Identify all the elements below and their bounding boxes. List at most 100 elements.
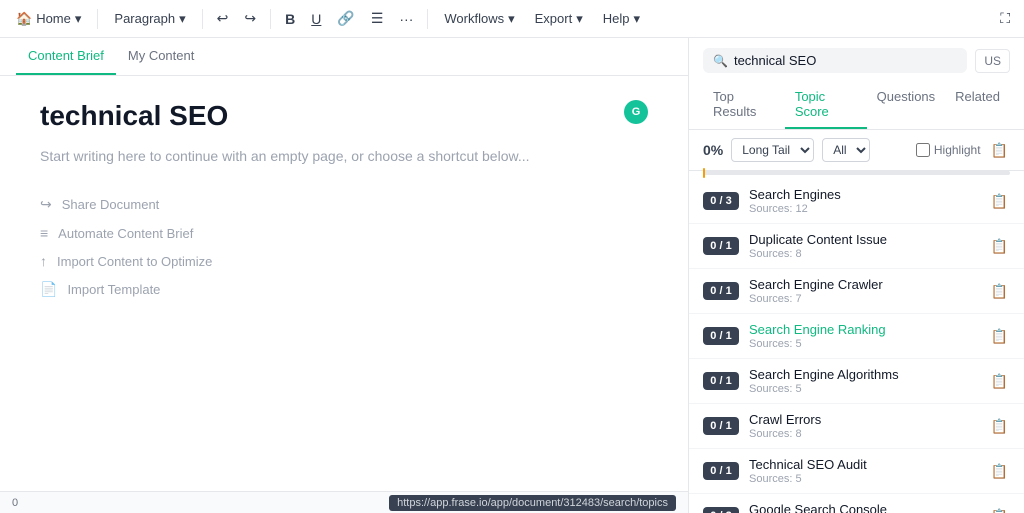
highlight-wrap: Highlight bbox=[916, 143, 981, 157]
list-button[interactable]: ☰ bbox=[365, 6, 390, 31]
shortcut-share[interactable]: ↪ Share Document bbox=[40, 196, 648, 213]
topic-info: Search Engine Algorithms Sources: 5 bbox=[749, 367, 979, 395]
underline-button[interactable]: U bbox=[305, 7, 327, 31]
share-icon: ↪ bbox=[40, 196, 52, 213]
paragraph-label: Paragraph bbox=[114, 11, 175, 26]
more-button[interactable]: ··· bbox=[393, 7, 419, 31]
shortcut-automate[interactable]: ≡ Automate Content Brief bbox=[40, 225, 648, 241]
divider-4 bbox=[427, 9, 428, 29]
topic-name: Search Engine Ranking bbox=[749, 322, 979, 337]
tab-top-results[interactable]: Top Results bbox=[703, 81, 785, 129]
topic-score-badge: 0 / 1 bbox=[703, 327, 739, 345]
progress-bar-area bbox=[689, 171, 1024, 179]
progress-marker bbox=[703, 168, 705, 178]
toolbar: 🏠 Home ▾ Paragraph ▾ ↩ ↪ B U 🔗 ☰ ··· Wor… bbox=[0, 0, 1024, 38]
topic-sources: Sources: 12 bbox=[749, 203, 979, 215]
undo-button[interactable]: ↩ bbox=[211, 6, 235, 31]
topic-info: Search Engine Ranking Sources: 5 bbox=[749, 322, 979, 350]
highlight-checkbox[interactable] bbox=[916, 143, 930, 157]
right-panel-header: 🔍 US Top Results Topic Score Questions R… bbox=[689, 38, 1024, 130]
topic-sources: Sources: 5 bbox=[749, 338, 979, 350]
shortcut-import-optimize-label: Import Content to Optimize bbox=[57, 254, 212, 269]
export-label: Export bbox=[535, 11, 573, 26]
tab-related[interactable]: Related bbox=[945, 81, 1010, 129]
editor-status: 0 https://app.frase.io/app/document/3124… bbox=[0, 491, 688, 513]
editor-tabs: Content Brief My Content bbox=[0, 38, 688, 76]
bold-button[interactable]: B bbox=[279, 7, 301, 31]
shortcut-import-template[interactable]: 📄 Import Template bbox=[40, 281, 648, 298]
topic-name: Duplicate Content Issue bbox=[749, 232, 979, 247]
doc-placeholder: Start writing here to continue with an e… bbox=[40, 148, 648, 164]
main-area: Content Brief My Content G technical SEO… bbox=[0, 38, 1024, 513]
tab-questions[interactable]: Questions bbox=[867, 81, 946, 129]
right-panel: 🔍 US Top Results Topic Score Questions R… bbox=[689, 38, 1024, 513]
fullscreen-button[interactable]: ⛶ bbox=[994, 6, 1016, 31]
topic-copy-button[interactable]: 📋 bbox=[989, 236, 1010, 257]
topic-list: 0 / 3 Search Engines Sources: 12 📋 0 / 1… bbox=[689, 179, 1024, 513]
automate-icon: ≡ bbox=[40, 225, 48, 241]
editor-panel: Content Brief My Content G technical SEO… bbox=[0, 38, 689, 513]
topic-info: Technical SEO Audit Sources: 5 bbox=[749, 457, 979, 485]
topic-score-badge: 0 / 1 bbox=[703, 282, 739, 300]
import-template-icon: 📄 bbox=[40, 281, 57, 298]
topic-copy-button[interactable]: 📋 bbox=[989, 461, 1010, 482]
help-label: Help bbox=[603, 11, 630, 26]
home-button[interactable]: 🏠 Home ▾ bbox=[8, 7, 89, 31]
workflows-chevron-icon: ▾ bbox=[508, 11, 515, 27]
topic-row: 0 / 1 Duplicate Content Issue Sources: 8… bbox=[689, 224, 1024, 269]
topic-sources: Sources: 5 bbox=[749, 473, 979, 485]
topic-row: 0 / 2 Google Search Console Sources: 3 📋 bbox=[689, 494, 1024, 513]
tab-my-content[interactable]: My Content bbox=[116, 38, 206, 75]
topic-score-badge: 0 / 3 bbox=[703, 192, 739, 210]
topic-copy-button[interactable]: 📋 bbox=[989, 191, 1010, 212]
topic-info: Google Search Console Sources: 3 bbox=[749, 502, 979, 513]
topic-row: 0 / 1 Search Engine Crawler Sources: 7 📋 bbox=[689, 269, 1024, 314]
longtail-filter[interactable]: Long Tail bbox=[731, 138, 814, 162]
doc-options-button[interactable]: 📋 bbox=[989, 140, 1010, 161]
divider-3 bbox=[270, 9, 271, 29]
topic-copy-button[interactable]: 📋 bbox=[989, 416, 1010, 437]
score-percentage: 0% bbox=[703, 142, 723, 158]
locale-badge[interactable]: US bbox=[975, 49, 1010, 73]
shortcut-share-label: Share Document bbox=[62, 197, 160, 212]
topic-name: Search Engines bbox=[749, 187, 979, 202]
tab-topic-score[interactable]: Topic Score bbox=[785, 81, 867, 129]
topic-sources: Sources: 8 bbox=[749, 248, 979, 260]
tab-content-brief[interactable]: Content Brief bbox=[16, 38, 116, 75]
home-icon: 🏠 bbox=[16, 11, 32, 27]
status-url: https://app.frase.io/app/document/312483… bbox=[389, 495, 676, 511]
divider-2 bbox=[202, 9, 203, 29]
topic-copy-button[interactable]: 📋 bbox=[989, 506, 1010, 513]
topic-name: Technical SEO Audit bbox=[749, 457, 979, 472]
doc-title[interactable]: technical SEO bbox=[40, 100, 648, 132]
export-chevron-icon: ▾ bbox=[576, 11, 583, 27]
export-button[interactable]: Export ▾ bbox=[527, 7, 591, 31]
search-row: 🔍 US bbox=[703, 48, 1010, 73]
topic-sources: Sources: 8 bbox=[749, 428, 979, 440]
topic-row: 0 / 1 Crawl Errors Sources: 8 📋 bbox=[689, 404, 1024, 449]
topic-copy-button[interactable]: 📋 bbox=[989, 326, 1010, 347]
shortcut-import-optimize[interactable]: ↑ Import Content to Optimize bbox=[40, 253, 648, 269]
topic-row: 0 / 1 Search Engine Algorithms Sources: … bbox=[689, 359, 1024, 404]
link-button[interactable]: 🔗 bbox=[331, 6, 360, 31]
shortcut-import-template-label: Import Template bbox=[67, 282, 160, 297]
progress-track bbox=[703, 171, 1010, 175]
topic-name: Search Engine Crawler bbox=[749, 277, 979, 292]
all-filter[interactable]: All bbox=[822, 138, 870, 162]
highlight-label: Highlight bbox=[934, 143, 981, 157]
home-label: Home bbox=[36, 11, 71, 26]
topic-copy-button[interactable]: 📋 bbox=[989, 281, 1010, 302]
word-count: 0 bbox=[12, 497, 18, 509]
paragraph-chevron-icon: ▾ bbox=[179, 11, 186, 27]
topic-name: Crawl Errors bbox=[749, 412, 979, 427]
workflows-button[interactable]: Workflows ▾ bbox=[436, 7, 522, 31]
topic-score-badge: 0 / 1 bbox=[703, 372, 739, 390]
redo-button[interactable]: ↪ bbox=[238, 6, 262, 31]
topic-row: 0 / 1 Technical SEO Audit Sources: 5 📋 bbox=[689, 449, 1024, 494]
help-button[interactable]: Help ▾ bbox=[595, 7, 648, 31]
editor-content: G technical SEO Start writing here to co… bbox=[0, 76, 688, 491]
topic-copy-button[interactable]: 📋 bbox=[989, 371, 1010, 392]
search-input[interactable] bbox=[734, 53, 957, 68]
paragraph-dropdown[interactable]: Paragraph ▾ bbox=[106, 7, 193, 31]
import-optimize-icon: ↑ bbox=[40, 253, 47, 269]
